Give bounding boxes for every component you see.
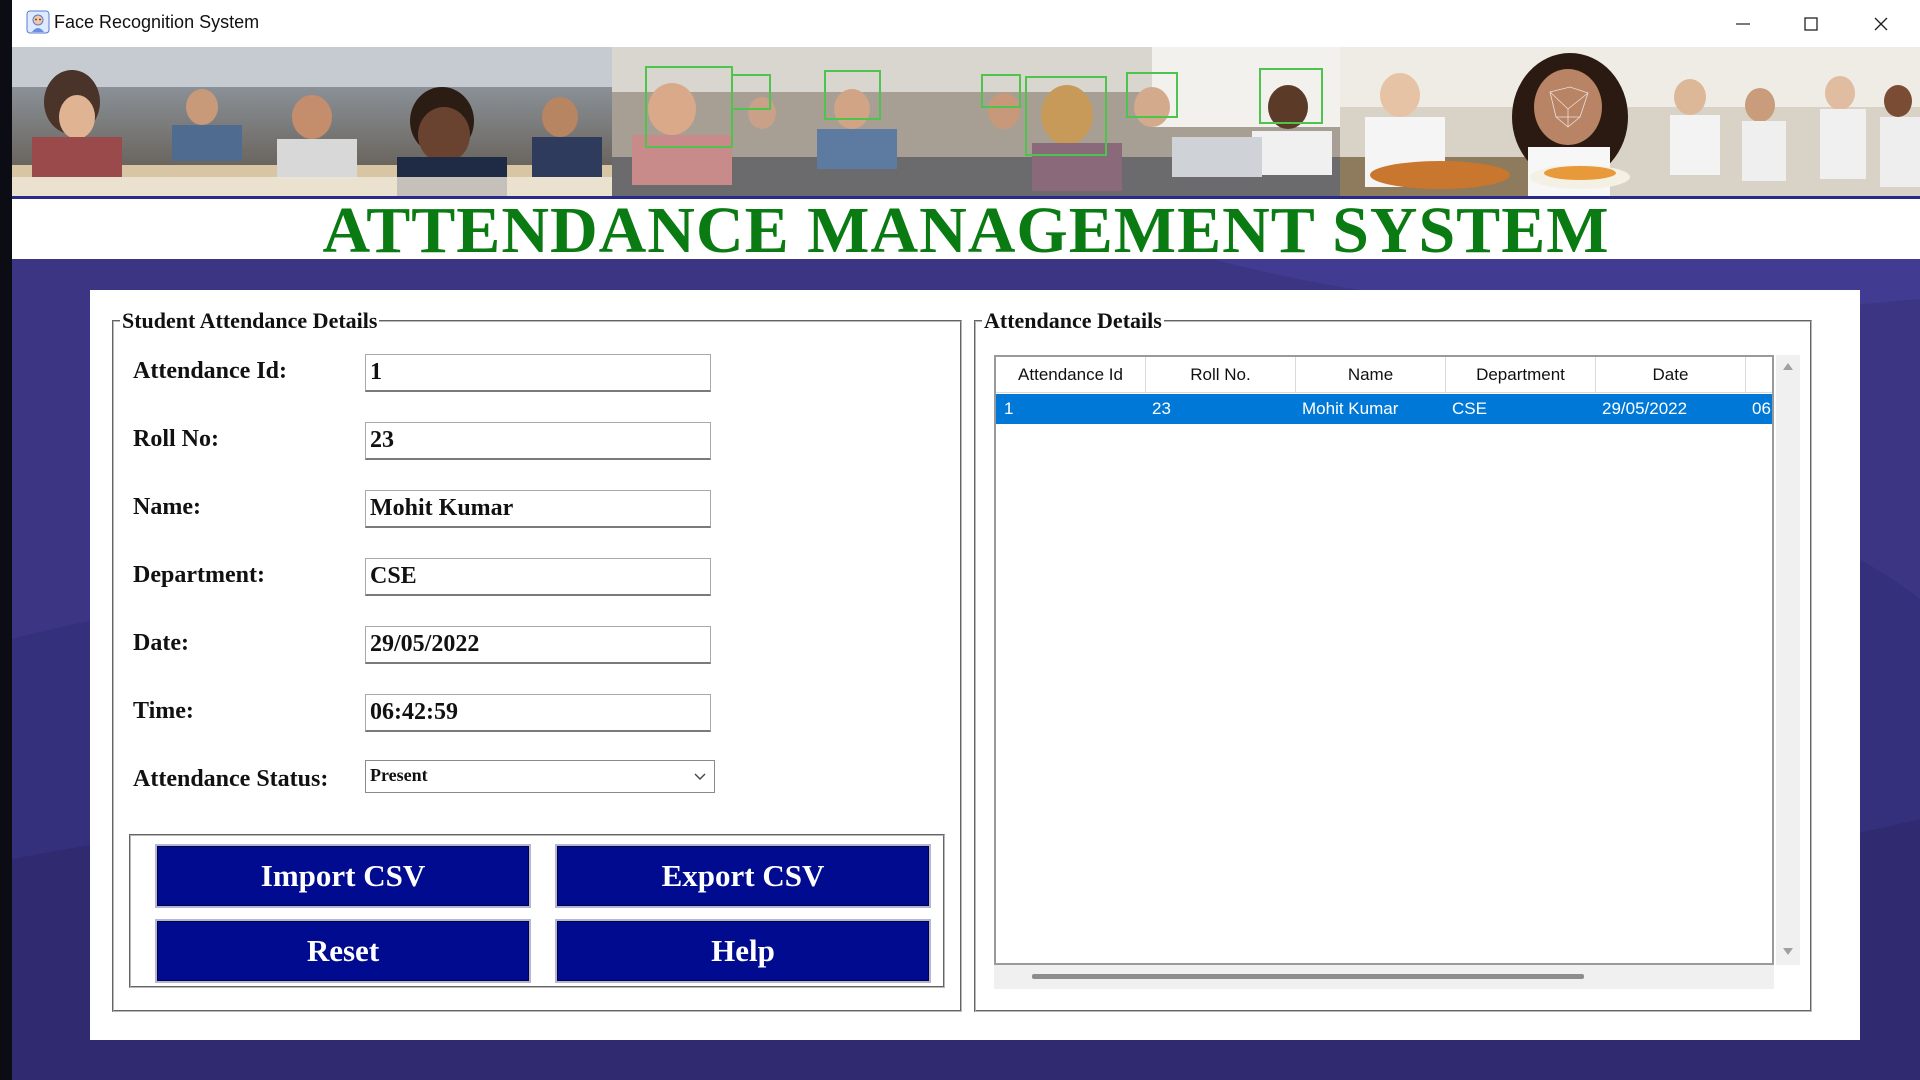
close-button[interactable] bbox=[1848, 0, 1914, 47]
time-input[interactable]: 06:42:59 bbox=[365, 694, 711, 732]
attendance-frame-legend: Attendance Details bbox=[984, 308, 1162, 333]
attendance-status-label: Attendance Status: bbox=[133, 766, 329, 792]
cafeteria-photo bbox=[1340, 47, 1920, 199]
roll-no-label: Roll No: bbox=[133, 426, 219, 452]
cell-department: CSE bbox=[1452, 399, 1487, 418]
banner-images bbox=[12, 47, 1920, 199]
attendance-status-value: Present bbox=[370, 765, 428, 785]
name-label: Name: bbox=[133, 494, 201, 520]
close-icon bbox=[1874, 17, 1888, 30]
column-header-date[interactable]: Date bbox=[1596, 357, 1746, 393]
scroll-down-icon[interactable] bbox=[1782, 945, 1794, 957]
horizontal-scroll-thumb[interactable] bbox=[1032, 974, 1584, 979]
attendance-table[interactable]: Attendance Id Roll No. Name Department D… bbox=[994, 355, 1774, 965]
face-detection-photo bbox=[612, 47, 1340, 199]
maximize-icon bbox=[1804, 16, 1818, 31]
department-input[interactable]: CSE bbox=[365, 558, 711, 596]
time-label: Time: bbox=[133, 698, 194, 724]
attendance-id-input[interactable]: 1 bbox=[365, 354, 711, 392]
column-header-roll-no[interactable]: Roll No. bbox=[1146, 357, 1296, 393]
minimize-icon bbox=[1736, 22, 1750, 25]
attendance-status-select[interactable]: Present bbox=[365, 760, 715, 793]
cell-name: Mohit Kumar bbox=[1302, 399, 1399, 418]
column-header-attendance-id[interactable]: Attendance Id bbox=[996, 357, 1146, 393]
cell-date: 29/05/2022 bbox=[1602, 399, 1688, 418]
cell-time-partial: 06 bbox=[1752, 399, 1771, 418]
scroll-up-icon[interactable] bbox=[1782, 361, 1794, 373]
horizontal-scrollbar[interactable] bbox=[994, 965, 1774, 989]
column-header-name[interactable]: Name bbox=[1296, 357, 1446, 393]
department-label: Department: bbox=[133, 562, 265, 588]
app-icon bbox=[26, 10, 50, 34]
window-title: Face Recognition System bbox=[54, 12, 260, 32]
table-row[interactable]: 1 23 Mohit Kumar CSE 29/05/2022 06 bbox=[996, 394, 1772, 424]
date-label: Date: bbox=[133, 630, 189, 656]
import-csv-button[interactable]: Import CSV bbox=[155, 844, 531, 908]
reset-button[interactable]: Reset bbox=[155, 919, 531, 983]
student-frame-legend: Student Attendance Details bbox=[122, 308, 378, 333]
cell-roll-no: 23 bbox=[1152, 399, 1171, 418]
column-header-department[interactable]: Department bbox=[1446, 357, 1596, 393]
classroom-photo bbox=[12, 47, 612, 199]
attendance-id-label: Attendance Id: bbox=[133, 358, 287, 384]
maximize-button[interactable] bbox=[1778, 0, 1844, 47]
minimize-button[interactable] bbox=[1710, 0, 1776, 47]
cell-attendance-id: 1 bbox=[1004, 399, 1014, 418]
table-header: Attendance Id Roll No. Name Department D… bbox=[996, 357, 1772, 393]
roll-no-input[interactable]: 23 bbox=[365, 422, 711, 460]
page-title: ATTENDANCE MANAGEMENT SYSTEM bbox=[322, 194, 1610, 267]
date-input[interactable]: 29/05/2022 bbox=[365, 626, 711, 664]
name-input[interactable]: Mohit Kumar bbox=[365, 490, 711, 528]
chevron-down-icon bbox=[694, 773, 706, 780]
title-bar: Face Recognition System bbox=[12, 0, 1920, 47]
vertical-scrollbar[interactable] bbox=[1776, 355, 1800, 965]
export-csv-button[interactable]: Export CSV bbox=[555, 844, 931, 908]
help-button[interactable]: Help bbox=[555, 919, 931, 983]
